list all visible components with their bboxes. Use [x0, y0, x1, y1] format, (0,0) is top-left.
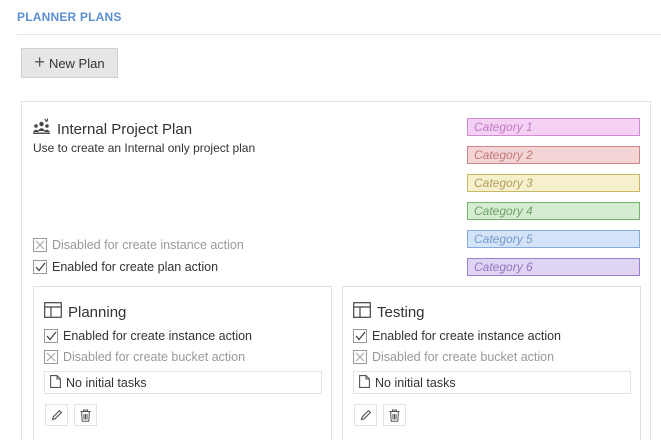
trash-icon	[80, 409, 91, 422]
bucket-title: Testing	[377, 304, 425, 321]
new-plan-label: New Plan	[48, 55, 105, 71]
document-icon	[359, 374, 370, 391]
x-box-icon	[353, 350, 367, 364]
bucket-create-bucket-flag: Disabled for create bucket action	[353, 350, 554, 364]
trash-icon	[389, 409, 400, 422]
layout-icon	[44, 302, 62, 323]
category-tag: Category 3	[467, 174, 640, 192]
plan-create-instance-flag: Disabled for create instance action	[33, 238, 244, 252]
pencil-icon	[51, 409, 62, 421]
delete-button[interactable]	[383, 404, 406, 426]
x-box-icon	[33, 238, 47, 252]
initial-tasks: No initial tasks	[353, 371, 631, 394]
delete-button[interactable]	[74, 404, 97, 426]
team-icon	[32, 118, 51, 140]
plan-header: Internal Project Plan	[32, 118, 192, 140]
category-tag: Category 4	[467, 202, 640, 220]
plan-create-plan-flag: Enabled for create plan action	[33, 260, 218, 274]
category-tag: Category 6	[467, 258, 640, 276]
category-tag: Category 5	[467, 230, 640, 248]
checkbox-icon	[33, 260, 47, 274]
bucket-card: Planning Enabled for create instance act…	[33, 286, 332, 440]
new-plan-button[interactable]: + New Plan	[21, 48, 118, 78]
category-tag: Category 2	[467, 146, 640, 164]
x-box-icon	[44, 350, 58, 364]
bucket-title: Planning	[68, 304, 127, 321]
checkbox-icon	[44, 329, 58, 343]
plan-description: Use to create an Internal only project p…	[33, 141, 256, 155]
bucket-actions	[354, 404, 406, 426]
bucket-create-instance-flag: Enabled for create instance action	[44, 329, 252, 343]
bucket-card: Testing Enabled for create instance acti…	[342, 286, 641, 440]
bucket-create-instance-flag: Enabled for create instance action	[353, 329, 561, 343]
plus-icon: +	[34, 52, 45, 72]
plan-title: Internal Project Plan	[57, 120, 193, 138]
pencil-icon	[360, 409, 371, 421]
document-icon	[50, 374, 61, 391]
section-divider	[17, 34, 661, 35]
edit-button[interactable]	[45, 404, 68, 426]
layout-icon	[353, 302, 371, 323]
initial-tasks: No initial tasks	[44, 371, 322, 394]
category-tag: Category 1	[467, 118, 640, 136]
edit-button[interactable]	[354, 404, 377, 426]
bucket-create-bucket-flag: Disabled for create bucket action	[44, 350, 245, 364]
plan-card: Internal Project Plan Use to create an I…	[21, 101, 651, 440]
checkbox-icon	[353, 329, 367, 343]
bucket-actions	[45, 404, 97, 426]
section-title: PLANNER PLANS	[17, 10, 122, 24]
